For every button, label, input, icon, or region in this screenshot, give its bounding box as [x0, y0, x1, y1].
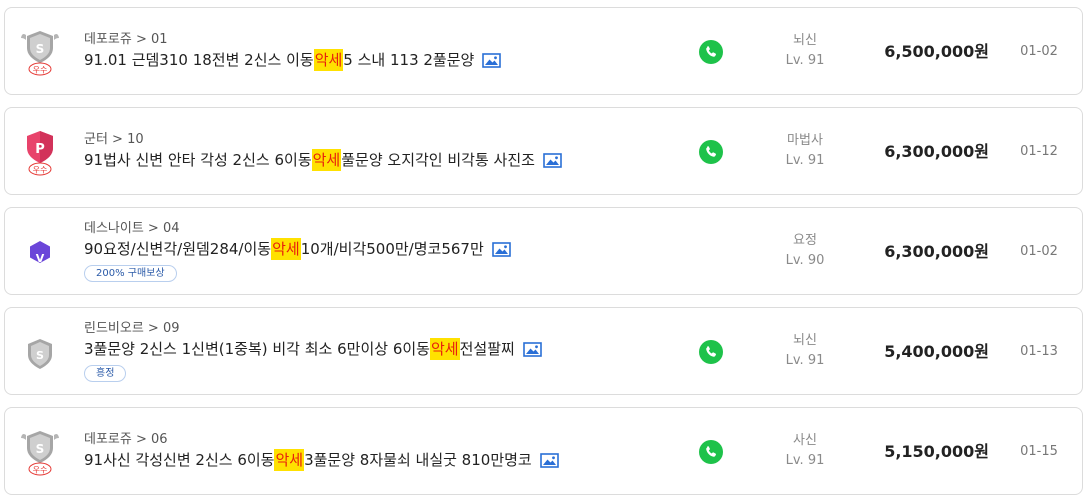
server-path[interactable]: 군터 > 10	[84, 131, 664, 149]
title-text: 풀문양 오지각인 비각통 사진조	[341, 151, 535, 169]
title-text: 전설팔찌	[459, 340, 515, 358]
character-class: 뇌신 Lv. 91	[765, 31, 845, 71]
listing-row[interactable]: S 우수 데포로쥬 > 06 91사신 각성신변 2신스 6이동 악세 3풀문양 …	[4, 407, 1083, 495]
phone-icon[interactable]	[699, 140, 723, 164]
price: 6,500,000원	[884, 42, 989, 61]
phone-icon[interactable]	[699, 340, 723, 364]
badge-text: 우수	[33, 166, 48, 175]
svg-text:V: V	[36, 252, 45, 265]
listing-date: 01-15	[1020, 444, 1058, 459]
title-highlight: 악세	[313, 49, 344, 71]
server-path[interactable]: 데스나이트 > 04	[84, 220, 664, 238]
server-path[interactable]: 데포로쥬 > 01	[84, 31, 664, 49]
seller-grade-icon: V	[20, 228, 60, 276]
title-text: 91법사 신변 안타 각성 2신스 6이동	[84, 151, 312, 169]
title-text: 5 스내 113 2풀문양	[343, 51, 475, 69]
seller-grade-icon: S 우수	[20, 428, 60, 476]
title-highlight: 악세	[271, 238, 301, 260]
phone-icon[interactable]	[699, 440, 723, 464]
negotiable-tag: 흥정	[84, 365, 127, 382]
listing-date: 01-13	[1020, 344, 1058, 359]
title-text: 90요정/신변각/원뎀284/이동	[84, 240, 272, 258]
listing-title[interactable]: 91.01 근뎀310 18전변 2신스 이동 악세 5 스내 113 2풀문양	[84, 49, 664, 71]
title-text: 3풀문양 8자물쇠 내실굿 810만명코	[304, 451, 532, 469]
listing-info: 린드비오르 > 09 3풀문양 2신스 1신변(1중복) 비각 최소 6만이상 …	[84, 320, 664, 382]
price: 6,300,000원	[884, 242, 989, 261]
price: 5,150,000원	[884, 442, 989, 461]
badge-text: 우수	[33, 66, 48, 75]
seller-grade-icon: S 우수	[20, 28, 60, 76]
listing-title[interactable]: 91사신 각성신변 2신스 6이동 악세 3풀문양 8자물쇠 내실굿 810만명코	[84, 449, 664, 471]
class-name: 마법사	[787, 133, 823, 148]
badge-text: 우수	[33, 466, 48, 475]
character-level: Lv. 91	[785, 453, 825, 468]
purchase-reward-tag: 200% 구매보상	[84, 265, 177, 282]
phone-icon[interactable]	[699, 40, 723, 64]
title-text: 91사신 각성신변 2신스 6이동	[84, 451, 275, 469]
price: 6,300,000원	[884, 142, 989, 161]
listing-info: 군터 > 10 91법사 신변 안타 각성 2신스 6이동 악세 풀문양 오지각인…	[84, 131, 664, 171]
image-icon[interactable]	[540, 453, 559, 468]
image-icon[interactable]	[492, 242, 511, 257]
svg-text:S: S	[36, 42, 45, 56]
listing-date: 01-02	[1020, 44, 1058, 59]
listing-title[interactable]: 3풀문양 2신스 1신변(1중복) 비각 최소 6만이상 6이동 악세 전설팔찌	[84, 338, 664, 360]
svg-text:S: S	[36, 442, 45, 456]
listing-row[interactable]: V 데스나이트 > 04 90요정/신변각/원뎀284/이동 악세 10개/비각50…	[4, 207, 1083, 295]
character-class: 뇌신 Lv. 91	[765, 331, 845, 371]
character-level: Lv. 90	[785, 253, 825, 268]
server-path[interactable]: 데포로쥬 > 06	[84, 431, 664, 449]
class-name: 요정	[793, 233, 817, 248]
character-class: 사신 Lv. 91	[765, 431, 845, 471]
title-text: 3풀문양 2신스 1신변(1중복) 비각 최소 6만이상 6이동	[84, 340, 430, 358]
listing-title[interactable]: 91법사 신변 안타 각성 2신스 6이동 악세 풀문양 오지각인 비각통 사진조	[84, 149, 664, 171]
title-highlight: 악세	[429, 338, 460, 360]
price: 5,400,000원	[884, 342, 989, 361]
class-name: 사신	[793, 433, 817, 448]
image-icon[interactable]	[543, 153, 562, 168]
seller-grade-icon: P 우수	[20, 128, 60, 176]
class-name: 뇌신	[793, 33, 817, 48]
listing-row[interactable]: S 린드비오르 > 09 3풀문양 2신스 1신변(1중복) 비각 최소 6만이…	[4, 307, 1083, 395]
character-level: Lv. 91	[785, 353, 825, 368]
character-class: 마법사 Lv. 91	[765, 131, 845, 171]
listing-date: 01-12	[1020, 144, 1058, 159]
listing-info: 데포로쥬 > 06 91사신 각성신변 2신스 6이동 악세 3풀문양 8자물쇠 …	[84, 431, 664, 471]
svg-text:P: P	[35, 142, 45, 157]
listing-info: 데스나이트 > 04 90요정/신변각/원뎀284/이동 악세 10개/비각500만…	[84, 220, 664, 282]
listing-row[interactable]: S 우수 데포로쥬 > 01 91.01 근뎀310 18전변 2신스 이동 악세…	[4, 7, 1083, 95]
listing-list: S 우수 데포로쥬 > 01 91.01 근뎀310 18전변 2신스 이동 악세…	[0, 0, 1089, 501]
seller-grade-icon: S	[20, 328, 60, 376]
listing-title[interactable]: 90요정/신변각/원뎀284/이동 악세 10개/비각500만/명코567만	[84, 238, 664, 260]
listing-date: 01-02	[1020, 244, 1058, 259]
title-text: 91.01 근뎀310 18전변 2신스 이동	[84, 51, 314, 69]
character-class: 요정 Lv. 90	[765, 231, 845, 271]
image-icon[interactable]	[482, 53, 501, 68]
character-level: Lv. 91	[785, 153, 825, 168]
title-highlight: 악세	[274, 449, 305, 471]
character-level: Lv. 91	[785, 53, 825, 68]
title-highlight: 악세	[311, 149, 342, 171]
title-text: 10개/비각500만/명코567만	[300, 240, 484, 258]
listing-info: 데포로쥬 > 01 91.01 근뎀310 18전변 2신스 이동 악세 5 스내 …	[84, 31, 664, 71]
svg-text:S: S	[36, 349, 44, 362]
image-icon[interactable]	[523, 342, 542, 357]
listing-row[interactable]: P 우수 군터 > 10 91법사 신변 안타 각성 2신스 6이동 악세 풀문양…	[4, 107, 1083, 195]
server-path[interactable]: 린드비오르 > 09	[84, 320, 664, 338]
class-name: 뇌신	[793, 333, 817, 348]
